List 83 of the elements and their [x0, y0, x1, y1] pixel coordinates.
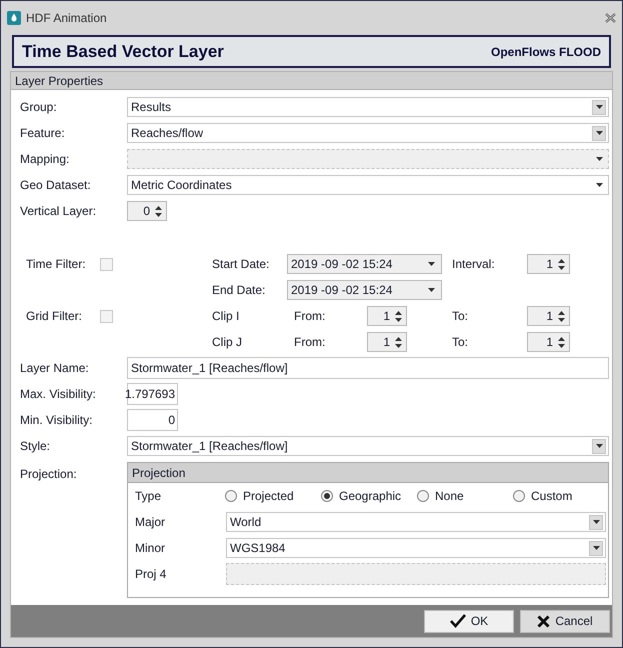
caret-icon	[596, 157, 602, 161]
checkmark-icon	[450, 614, 466, 628]
checkbox[interactable]	[100, 258, 113, 270]
up-down-arrows-icon	[558, 258, 565, 270]
dropdown[interactable]: WGS1984	[226, 538, 606, 558]
checkbox[interactable]	[100, 310, 113, 322]
radio-label: Projected	[243, 488, 294, 505]
field-label: Time Filter:	[26, 256, 87, 273]
dropdown[interactable]: Results	[127, 97, 609, 117]
number-spinner[interactable]: 1	[367, 306, 407, 326]
caret-icon	[596, 444, 602, 448]
field-label: Start Date:	[212, 256, 270, 273]
group-header: Projection	[128, 463, 608, 483]
dropdown-arrow-button[interactable]	[592, 438, 606, 454]
caret-icon	[596, 105, 602, 109]
dropdown-arrow-button[interactable]	[589, 514, 603, 530]
product-name: OpenFlows FLOOD	[491, 44, 601, 60]
caret-icon	[428, 262, 435, 266]
caret-icon	[596, 183, 602, 187]
radio-label: Geographic	[339, 488, 402, 505]
close-icon[interactable]	[605, 13, 616, 23]
radio-button[interactable]	[321, 490, 333, 502]
field-label: Layer Name:	[20, 360, 90, 377]
up-down-arrows-icon	[395, 310, 402, 322]
field-label: From:	[294, 334, 326, 351]
dropdown-arrow-button[interactable]	[592, 100, 606, 114]
field-label: Clip I	[212, 308, 240, 325]
field-label: Grid Filter:	[26, 308, 84, 325]
field-label: Projection:	[20, 466, 78, 483]
number-spinner[interactable]: 1	[527, 306, 570, 326]
dropdown[interactable]: Reaches/flow	[127, 123, 609, 143]
number-spinner[interactable]: 0	[127, 201, 167, 221]
dropdown-arrow-button[interactable]	[589, 540, 603, 556]
dropdown[interactable]: World	[226, 512, 606, 532]
field-label: End Date:	[212, 282, 266, 299]
up-down-arrows-icon	[395, 336, 402, 348]
up-down-arrows-icon	[558, 336, 565, 348]
radio-button[interactable]	[417, 490, 429, 502]
dropdown[interactable]: Stormwater_1 [Reaches/flow]	[127, 436, 609, 456]
field-label: Type	[135, 488, 162, 505]
caret-icon	[428, 288, 435, 292]
caret-icon	[596, 131, 602, 135]
field-label: Minor	[135, 540, 166, 557]
caret-icon	[592, 520, 600, 524]
field-label: Mapping:	[20, 151, 70, 168]
radio-label: None	[435, 488, 464, 505]
radio-button[interactable]	[513, 490, 525, 502]
field-label: From:	[294, 308, 326, 325]
field-label: Group:	[20, 99, 58, 116]
radio-label: Custom	[531, 488, 572, 505]
number-spinner[interactable]: 1	[527, 254, 570, 274]
dropdown-arrow-button[interactable]	[592, 126, 606, 140]
field-label: Geo Dataset:	[20, 177, 92, 194]
text-field[interactable]: Stormwater_1 [Reaches/flow]	[127, 357, 609, 379]
radio-button[interactable]	[225, 490, 237, 502]
date-picker[interactable]: 2019 -09 -02 15:24	[287, 280, 442, 300]
field-label: Vertical Layer:	[20, 203, 98, 220]
up-down-arrows-icon	[558, 310, 565, 322]
field-label: To:	[452, 308, 470, 325]
field-label: Max. Visibility:	[20, 386, 97, 403]
ok-button[interactable]: OK	[424, 610, 514, 632]
cancel-button[interactable]: Cancel	[520, 610, 610, 632]
number-spinner[interactable]: 1	[367, 332, 407, 352]
field-label: Min. Visibility:	[20, 412, 94, 429]
up-down-arrows-icon	[155, 206, 162, 216]
field-label: Interval:	[452, 256, 496, 273]
caret-icon	[592, 546, 600, 550]
field-label: Feature:	[20, 125, 66, 142]
water-drop-icon	[7, 11, 21, 25]
number-field[interactable]: 0	[127, 409, 178, 431]
field-label: Major	[135, 514, 166, 531]
field-label: Style:	[20, 438, 52, 455]
field-label: To:	[452, 334, 470, 351]
close-icon	[537, 614, 550, 628]
number-field[interactable]: 1.797693	[127, 383, 178, 405]
number-spinner[interactable]: 1	[527, 332, 570, 352]
date-picker[interactable]: 2019 -09 -02 15:24	[287, 254, 442, 274]
section-header: Layer Properties	[11, 72, 612, 90]
dropdown[interactable]: Metric Coordinates	[127, 175, 609, 195]
window-title: HDF Animation	[26, 10, 108, 27]
dialog-heading: Time Based Vector Layer	[22, 40, 225, 63]
field-label: Clip J	[212, 334, 244, 351]
field-label: Proj 4	[135, 566, 168, 583]
